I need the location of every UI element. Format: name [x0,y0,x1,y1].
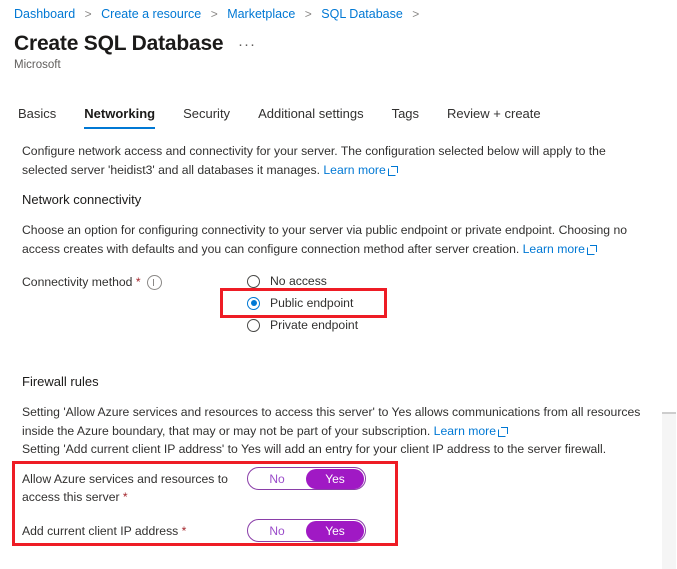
firewall-rules-heading: Firewall rules [22,374,99,389]
toggle-option-yes-selected[interactable]: Yes [306,468,364,489]
more-options-button[interactable]: ··· [238,37,256,53]
firewall-learn-more-label: Learn more [433,423,496,438]
network-connectivity-learn-more-link[interactable]: Learn more [522,241,597,256]
required-marker: * [181,524,187,538]
breadcrumb-separator: > [84,7,92,21]
intro-learn-more-link[interactable]: Learn more [323,162,398,177]
connectivity-method-label: Connectivity method * [22,274,141,291]
allow-azure-services-label: Allow Azure services and resources to ac… [22,471,237,506]
tab-additional-settings[interactable]: Additional settings [258,105,364,129]
radio-option-private-endpoint[interactable]: Private endpoint [247,314,358,336]
firewall-description-line2: Setting 'Add current client IP address' … [22,442,607,456]
add-current-client-ip-label: Add current client IP address * [22,523,237,541]
breadcrumb-separator: > [412,7,420,21]
toggle-option-no[interactable]: No [248,469,306,489]
radio-label-private-endpoint: Private endpoint [270,318,359,332]
add-current-client-ip-label-text: Add current client IP address [22,524,179,538]
radio-label-no-access: No access [270,274,327,288]
firewall-rules-description: Setting 'Allow Azure services and resour… [22,403,650,440]
page-title: Create SQL Database [14,32,224,55]
intro-paragraph: Configure network access and connectivit… [22,142,646,179]
scrollbar-thumb[interactable] [662,412,676,569]
tab-bar: Basics Networking Security Additional se… [18,105,569,129]
firewall-description-line1: Setting 'Allow Azure services and resour… [22,405,641,438]
radio-label-public-endpoint: Public endpoint [270,296,354,310]
intro-text: Configure network access and connectivit… [22,144,606,177]
network-connectivity-heading: Network connectivity [22,192,142,207]
tab-basics[interactable]: Basics [18,105,56,129]
radio-option-no-access[interactable]: No access [247,270,358,292]
allow-azure-services-toggle[interactable]: No Yes [247,467,366,490]
toggle-option-yes-selected[interactable]: Yes [306,520,364,541]
breadcrumb-item-create-a-resource[interactable]: Create a resource [101,7,201,21]
required-marker: * [122,489,128,504]
toggle-option-no[interactable]: No [248,521,306,541]
required-marker: * [135,275,141,289]
radio-circle-selected-icon [247,296,260,310]
breadcrumb-item-sql-database[interactable]: SQL Database [321,7,403,21]
tab-networking[interactable]: Networking [84,105,155,129]
page-publisher: Microsoft [14,59,61,71]
info-icon[interactable] [147,275,162,290]
firewall-learn-more-link[interactable]: Learn more [433,423,508,438]
tab-tags[interactable]: Tags [392,105,419,129]
scrollbar-track[interactable] [661,0,677,569]
radio-option-public-endpoint[interactable]: Public endpoint [247,292,358,314]
network-connectivity-description: Choose an option for configuring connect… [22,221,646,258]
external-link-icon [498,426,508,437]
breadcrumb-item-dashboard[interactable]: Dashboard [14,7,75,21]
breadcrumb-item-marketplace[interactable]: Marketplace [227,7,295,21]
intro-learn-more-label: Learn more [323,162,386,177]
radio-circle-icon [247,274,260,288]
breadcrumb: Dashboard > Create a resource > Marketpl… [14,6,425,22]
connectivity-method-label-text: Connectivity method [22,275,133,289]
external-link-icon [586,244,597,255]
radio-circle-icon [247,318,260,332]
connectivity-method-radio-group: No access Public endpoint Private endpoi… [247,270,358,336]
breadcrumb-separator: > [210,7,218,21]
network-connectivity-learn-more-label: Learn more [522,241,585,256]
breadcrumb-separator: > [304,7,312,21]
tab-security[interactable]: Security [183,105,230,129]
external-link-icon [387,165,398,176]
add-current-client-ip-toggle[interactable]: No Yes [247,519,366,542]
tab-review-create[interactable]: Review + create [447,105,541,129]
